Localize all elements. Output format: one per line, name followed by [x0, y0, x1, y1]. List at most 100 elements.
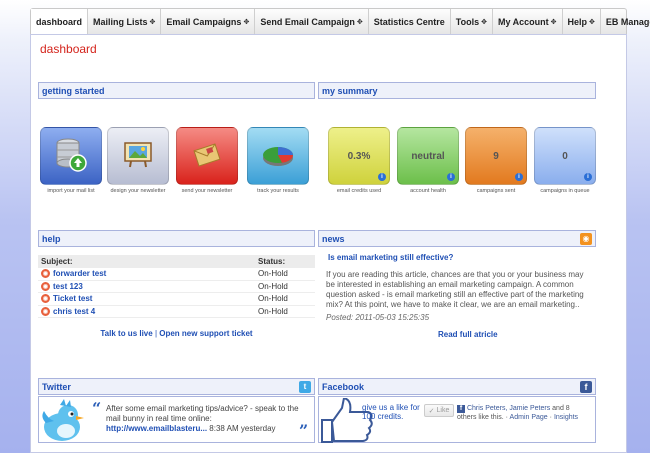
- help-table-header: Subject: Status:: [38, 255, 315, 268]
- envelope-icon: [190, 138, 224, 174]
- nav-item-email-campaigns[interactable]: Email Campaigns ✥: [161, 9, 256, 34]
- news-article-body: If you are reading this article, chances…: [326, 270, 584, 309]
- insights-link[interactable]: Insights: [554, 414, 578, 421]
- track-results-tile[interactable]: [247, 127, 309, 185]
- email-credits-caption: email credits used: [336, 188, 382, 194]
- close-quote-icon: ”: [299, 421, 309, 440]
- nav-item-label: EB Manager: [605, 16, 650, 27]
- news-article-title[interactable]: Is email marketing still effective?: [328, 253, 453, 262]
- rss-icon[interactable]: ◉: [580, 232, 592, 245]
- lifebuoy-icon: [41, 294, 50, 304]
- like-check-icon: ✓: [428, 407, 435, 415]
- facebook-social-text: f Chris Peters, Jamie Peters and 8 other…: [457, 404, 589, 422]
- ticket-subject[interactable]: test 123: [41, 281, 83, 291]
- facebook-header: Facebook f: [318, 378, 596, 395]
- nav-item-statistics-centre[interactable]: Statistics Centre: [369, 9, 451, 34]
- account-health-tile[interactable]: neutral i: [397, 127, 459, 185]
- chevron-down-icon: ✥: [481, 18, 487, 26]
- database-add-icon: [54, 137, 88, 175]
- like-button-label: Like: [436, 407, 450, 414]
- help-links: Talk to us live | Open new support ticke…: [38, 329, 315, 338]
- ticket-subject[interactable]: forwarder test: [41, 269, 107, 279]
- email-credits-tile[interactable]: 0.3% i: [328, 127, 390, 185]
- like-prompt: give us a like for 100 credits.: [362, 403, 420, 421]
- info-icon[interactable]: i: [378, 173, 386, 181]
- news-title-label: news: [322, 233, 345, 244]
- lifebuoy-icon: [41, 269, 50, 279]
- campaigns-queue-tile[interactable]: 0 i: [534, 127, 596, 185]
- chevron-down-icon: ✥: [550, 18, 557, 26]
- nav-item-send-email-campaign[interactable]: Send Email Campaign ✥: [255, 9, 369, 34]
- facebook-small-icon: f: [457, 405, 465, 413]
- admin-page-link[interactable]: Admin Page: [510, 414, 548, 421]
- nav-item-label: Email Campaigns: [166, 16, 242, 27]
- read-full-article-link[interactable]: Read full atricle: [438, 330, 498, 339]
- table-row[interactable]: Ticket test On-Hold: [38, 293, 315, 306]
- ticket-subject[interactable]: chris test 4: [41, 306, 96, 316]
- nav-item-help[interactable]: Help ✥: [563, 9, 601, 34]
- campaigns-sent-tile[interactable]: 9 i: [465, 127, 527, 185]
- getting-started-title: getting started: [42, 85, 105, 96]
- link-separator: |: [154, 329, 158, 338]
- design-newsletter-caption: design your newsletter: [110, 188, 166, 194]
- track-results-caption: track your results: [257, 188, 299, 194]
- nav-item-mailing-lists[interactable]: Mailing Lists ✥: [88, 9, 162, 34]
- facebook-title: Facebook: [322, 381, 365, 392]
- import-list-tile[interactable]: [40, 127, 102, 185]
- open-ticket-link[interactable]: Open new support ticket: [159, 329, 252, 338]
- nav-item-dashboard[interactable]: dashboard: [31, 9, 89, 34]
- open-quote-icon: “: [92, 399, 102, 418]
- ticket-subject-text: chris test 4: [53, 306, 96, 316]
- lifebuoy-icon: [41, 306, 50, 316]
- campaigns-queue-value: 0: [562, 150, 568, 162]
- table-row[interactable]: forwarder test On-Hold: [38, 268, 315, 281]
- send-newsletter-tile[interactable]: [176, 127, 238, 185]
- help-header: help: [38, 230, 315, 247]
- table-row[interactable]: test 123 On-Hold: [38, 281, 315, 293]
- nav-item-my-account[interactable]: My Account ✥: [493, 9, 563, 34]
- facebook-friend-names[interactable]: Chris Peters, Jamie Peters: [467, 405, 550, 412]
- help-title: help: [42, 233, 61, 244]
- facebook-dot: ·: [549, 414, 552, 421]
- nav-item-label: Mailing Lists: [93, 16, 148, 27]
- getting-started-header: getting started: [38, 82, 315, 99]
- ticket-status: On-Hold: [258, 306, 288, 316]
- send-newsletter-caption: send your newsletter: [181, 188, 233, 194]
- info-icon[interactable]: i: [515, 173, 523, 181]
- tweet-link[interactable]: http://www.emailblasteru...: [106, 424, 207, 433]
- twitter-title: Twitter: [42, 381, 71, 392]
- nav-item-label: Help: [567, 16, 588, 27]
- facebook-icon[interactable]: f: [580, 380, 592, 393]
- my-summary-title: my summary: [322, 85, 378, 96]
- campaigns-sent-value: 9: [493, 150, 499, 162]
- nav-item-label: Tools: [455, 16, 480, 27]
- info-icon[interactable]: i: [584, 173, 592, 181]
- chevron-down-icon: ✥: [149, 18, 156, 26]
- tweet: After some email marketing tips/advice? …: [106, 404, 301, 434]
- twitter-header: Twitter t: [38, 378, 315, 395]
- ticket-status: On-Hold: [258, 281, 288, 291]
- nav-item-tools[interactable]: Tools ✥: [451, 9, 493, 34]
- ticket-status: On-Hold: [258, 269, 288, 279]
- easel-icon: [120, 137, 156, 175]
- design-newsletter-tile[interactable]: [107, 127, 169, 185]
- campaigns-sent-caption: campaigns sent: [476, 188, 516, 194]
- ticket-subject[interactable]: Ticket test: [41, 294, 93, 304]
- subject-column-header: Subject:: [41, 257, 73, 266]
- my-summary-header: my summary: [318, 82, 596, 99]
- page-title: dashboard: [40, 42, 97, 56]
- nav-item-eb-manager[interactable]: EB Manager: [601, 9, 650, 34]
- ticket-subject-text: Ticket test: [53, 294, 93, 304]
- twitter-icon[interactable]: t: [299, 380, 311, 393]
- like-button[interactable]: ✓ Like: [424, 404, 454, 417]
- nav-item-label: My Account: [497, 16, 549, 27]
- ticket-subject-text: forwarder test: [53, 269, 107, 279]
- tweet-time: 8:38 AM yesterday: [209, 424, 276, 433]
- talk-live-link[interactable]: Talk to us live: [100, 329, 152, 338]
- table-row[interactable]: chris test 4 On-Hold: [38, 306, 315, 318]
- status-column-header: Status:: [258, 257, 286, 266]
- chevron-down-icon: ✥: [589, 18, 595, 26]
- lifebuoy-icon: [41, 281, 50, 291]
- nav-item-label: Send Email Campaign: [260, 16, 355, 27]
- info-icon[interactable]: i: [447, 173, 455, 181]
